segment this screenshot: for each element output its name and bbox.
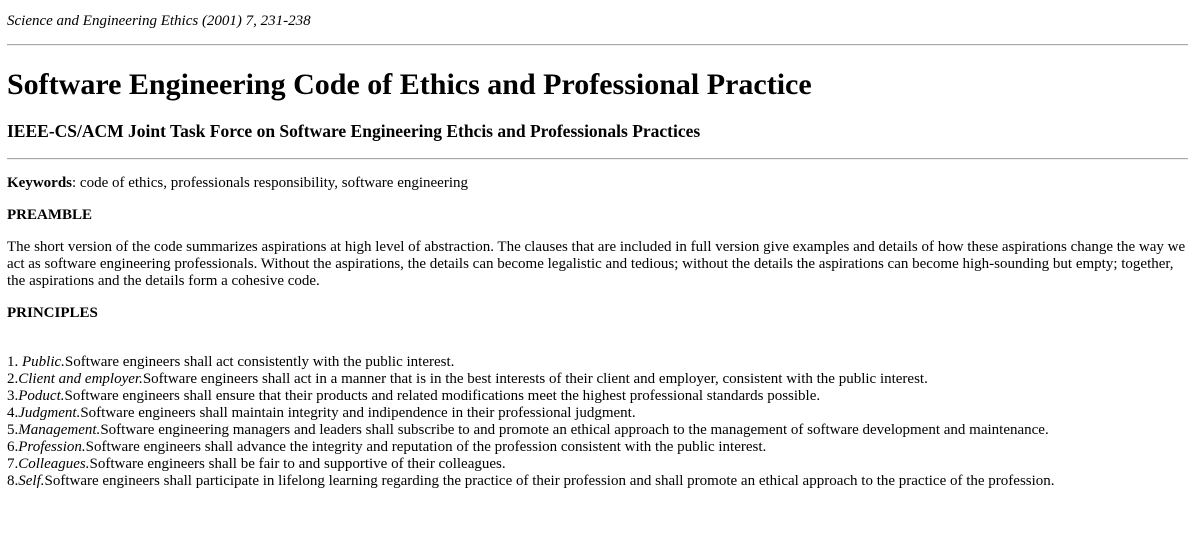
principle-title: Public. <box>22 354 65 370</box>
principle-text: Software engineers shall maintain integr… <box>80 405 636 421</box>
principle-item: 4.Judgment.Software engineers shall main… <box>7 405 1188 422</box>
principle-title: Colleagues. <box>18 456 90 472</box>
principle-number: 8. <box>7 473 19 489</box>
principle-title: Profession. <box>18 439 86 455</box>
principle-text: Software engineers shall advance the int… <box>85 439 767 455</box>
principles-list: 1. Public.Software engineers shall act c… <box>7 354 1188 490</box>
keywords-text: : code of ethics, professionals responsi… <box>72 175 469 191</box>
principle-title: Self. <box>18 473 45 489</box>
preamble-text: The short version of the code summarizes… <box>7 239 1186 289</box>
header-divider <box>7 44 1188 46</box>
principle-number: 3. <box>7 388 19 404</box>
principle-item: 1. Public.Software engineers shall act c… <box>7 354 1188 371</box>
principle-item: 6.Profession.Software engineers shall ad… <box>7 439 1188 456</box>
principle-number: 4. <box>7 405 19 421</box>
principle-text: Software engineers shall be fair to and … <box>89 456 506 472</box>
document-page: Science and Engineering Ethics (2001) 7,… <box>0 0 1196 490</box>
keywords-label: Keywords <box>7 175 72 191</box>
principles-heading: PRINCIPLES <box>7 305 98 321</box>
principle-item: 8.Self.Software engineers shall particip… <box>7 473 1188 490</box>
principle-text: Software engineers shall act consistentl… <box>64 354 455 370</box>
principle-text: Software engineering managers and leader… <box>100 422 1049 438</box>
title-divider <box>7 158 1188 160</box>
principle-item: 2.Client and employer.Software engineers… <box>7 371 1188 388</box>
principle-text: Software engineers shall participate in … <box>44 473 1055 489</box>
principle-item: 7.Colleagues.Software engineers shall be… <box>7 456 1188 473</box>
principle-title: Poduct. <box>18 388 65 404</box>
principle-item: 3.Poduct.Software engineers shall ensure… <box>7 388 1188 405</box>
principle-title: Management. <box>18 422 101 438</box>
principle-title: Client and employer. <box>18 371 143 387</box>
keywords-line: Keywords: code of ethics, professionals … <box>7 175 1188 192</box>
principle-item: 5.Management.Software engineering manage… <box>7 422 1188 439</box>
principle-number: 2. <box>7 371 19 387</box>
principle-number: 1. <box>7 354 22 370</box>
principle-number: 7. <box>7 456 19 472</box>
principle-text: Software engineers shall act in a manner… <box>142 371 928 387</box>
journal-citation: Science and Engineering Ethics (2001) 7,… <box>7 13 311 29</box>
principle-title: Judgment. <box>18 405 81 421</box>
page-subtitle: IEEE-CS/ACM Joint Task Force on Software… <box>7 121 701 141</box>
principle-number: 6. <box>7 439 19 455</box>
page-title: Software Engineering Code of Ethics and … <box>7 68 812 101</box>
preamble-heading: PREAMBLE <box>7 207 93 223</box>
principle-text: Software engineers shall ensure that the… <box>64 388 821 404</box>
principle-number: 5. <box>7 422 19 438</box>
